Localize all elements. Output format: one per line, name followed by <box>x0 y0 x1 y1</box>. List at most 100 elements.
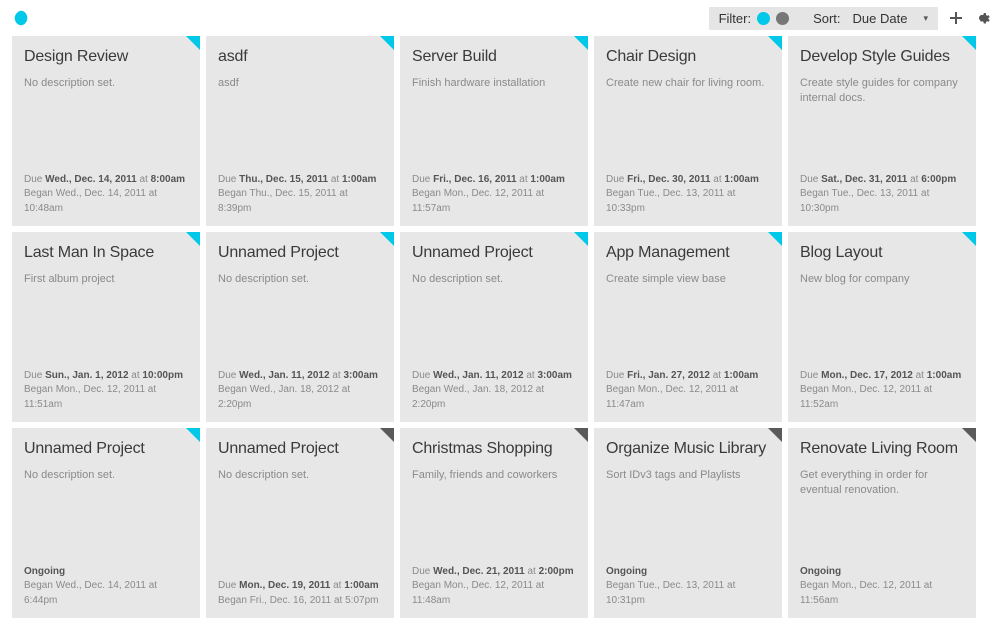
project-card[interactable]: Blog Layout New blog for companyDue Mon.,… <box>788 232 976 422</box>
sort-value[interactable]: Due Date <box>853 11 908 26</box>
card-description: Finish hardware installation <box>412 76 576 172</box>
began-line: Began Mon., Dec. 12, 2011 at 11:47am <box>606 383 770 412</box>
card-title: Organize Music Library <box>606 440 770 458</box>
card-title: Unnamed Project <box>412 244 576 262</box>
card-title: Renovate Living Room <box>800 440 964 458</box>
card-meta: Due Wed., Dec. 21, 2011 at 2:00pmBegan M… <box>412 565 576 609</box>
status-corner-icon <box>574 232 588 246</box>
card-description: Family, friends and coworkers <box>412 468 576 564</box>
began-line: Began Mon., Dec. 12, 2011 at 11:48am <box>412 579 576 608</box>
card-meta: OngoingBegan Wed., Dec. 14, 2011 at 6:44… <box>24 565 188 609</box>
card-description: Sort IDv3 tags and Playlists <box>606 468 770 564</box>
toolbar: Filter: Sort: Due Date ▾ <box>709 7 990 30</box>
card-description: No description set. <box>412 272 576 368</box>
project-card[interactable]: Renovate Living Room Get everything in or… <box>788 428 976 618</box>
card-meta: Due Sun., Jan. 1, 2012 at 10:00pmBegan M… <box>24 369 188 413</box>
began-line: Began Fri., Dec. 16, 2011 at 5:07pm <box>218 594 382 609</box>
filter-label: Filter: <box>719 11 752 26</box>
card-title: Unnamed Project <box>24 440 188 458</box>
card-title: Blog Layout <box>800 244 964 262</box>
card-meta: Due Fri., Dec. 16, 2011 at 1:00amBegan M… <box>412 173 576 217</box>
began-line: Began Mon., Dec. 12, 2011 at 11:57am <box>412 187 576 216</box>
card-description: Create style guides for company internal… <box>800 76 964 172</box>
ongoing-label: Ongoing <box>24 565 188 580</box>
due-line: Due Fri., Dec. 30, 2011 at 1:00am <box>606 173 770 188</box>
status-corner-icon <box>380 428 394 442</box>
status-corner-icon <box>186 36 200 50</box>
card-meta: Due Thu., Dec. 15, 2011 at 1:00amBegan T… <box>218 173 382 217</box>
began-line: Began Mon., Dec. 12, 2011 at 11:51am <box>24 383 188 412</box>
status-corner-icon <box>186 232 200 246</box>
due-line: Due Wed., Jan. 11, 2012 at 3:00am <box>412 369 576 384</box>
began-line: Began Wed., Dec. 14, 2011 at 6:44pm <box>24 579 188 608</box>
began-line: Began Tue., Dec. 13, 2011 at 10:33pm <box>606 187 770 216</box>
app-logo[interactable] <box>12 9 30 27</box>
card-description: No description set. <box>218 468 382 579</box>
project-card[interactable]: Server Build Finish hardware installation… <box>400 36 588 226</box>
card-description: No description set. <box>24 76 188 172</box>
sort-caret-icon[interactable]: ▾ <box>923 13 928 24</box>
card-description: Get everything in order for eventual ren… <box>800 468 964 564</box>
card-title: Unnamed Project <box>218 244 382 262</box>
card-meta: OngoingBegan Tue., Dec. 13, 2011 at 10:3… <box>606 565 770 609</box>
card-meta: Due Sat., Dec. 31, 2011 at 6:00pmBegan T… <box>800 173 964 217</box>
filter-dot-active[interactable] <box>757 12 770 25</box>
card-meta: Due Mon., Dec. 17, 2012 at 1:00amBegan M… <box>800 369 964 413</box>
card-meta: Due Fri., Dec. 30, 2011 at 1:00amBegan T… <box>606 173 770 217</box>
status-corner-icon <box>380 36 394 50</box>
card-description: Create simple view base <box>606 272 770 368</box>
began-line: Began Mon., Dec. 12, 2011 at 11:56am <box>800 579 964 608</box>
card-title: Design Review <box>24 48 188 66</box>
status-corner-icon <box>962 232 976 246</box>
card-meta: Due Fri., Jan. 27, 2012 at 1:00amBegan M… <box>606 369 770 413</box>
sort-label: Sort: <box>813 11 840 26</box>
due-line: Due Fri., Dec. 16, 2011 at 1:00am <box>412 173 576 188</box>
ongoing-label: Ongoing <box>606 565 770 580</box>
due-line: Due Fri., Jan. 27, 2012 at 1:00am <box>606 369 770 384</box>
due-line: Due Sun., Jan. 1, 2012 at 10:00pm <box>24 369 188 384</box>
project-card[interactable]: Last Man In SpaceFirst album projectDue … <box>12 232 200 422</box>
settings-button[interactable] <box>974 10 990 26</box>
add-button[interactable] <box>948 10 964 26</box>
began-line: Began Tue., Dec. 13, 2011 at 10:31pm <box>606 579 770 608</box>
project-card[interactable]: Develop Style Guides Create style guides … <box>788 36 976 226</box>
began-line: Began Tue., Dec. 13, 2011 at 10:30pm <box>800 187 964 216</box>
project-card[interactable]: Christmas Shopping Family, friends and co… <box>400 428 588 618</box>
began-line: Began Mon., Dec. 12, 2011 at 11:52am <box>800 383 964 412</box>
status-corner-icon <box>768 428 782 442</box>
project-card[interactable]: Unnamed ProjectNo description set.Due Mo… <box>206 428 394 618</box>
project-card[interactable]: Organize Music Library Sort IDv3 tags and… <box>594 428 782 618</box>
card-description: No description set. <box>218 272 382 368</box>
due-line: Due Wed., Dec. 14, 2011 at 8:00am <box>24 173 188 188</box>
project-card[interactable]: Chair DesignCreate new chair for living … <box>594 36 782 226</box>
project-grid: Design ReviewNo description set.Due Wed.… <box>0 36 1000 618</box>
card-title: Develop Style Guides <box>800 48 964 66</box>
filter-dot-inactive[interactable] <box>776 12 789 25</box>
due-line: Due Thu., Dec. 15, 2011 at 1:00am <box>218 173 382 188</box>
card-description: New blog for company <box>800 272 964 368</box>
card-meta: OngoingBegan Mon., Dec. 12, 2011 at 11:5… <box>800 565 964 609</box>
due-line: Due Mon., Dec. 17, 2012 at 1:00am <box>800 369 964 384</box>
project-card[interactable]: Unnamed Project No description set.Due We… <box>400 232 588 422</box>
project-card[interactable]: Design Review No description set.Due Wed.… <box>12 36 200 226</box>
began-line: Began Thu., Dec. 15, 2011 at 8:39pm <box>218 187 382 216</box>
project-card[interactable]: asdfasdfDue Thu., Dec. 15, 2011 at 1:00a… <box>206 36 394 226</box>
filter-sort-bar: Filter: Sort: Due Date ▾ <box>709 7 938 30</box>
began-line: Began Wed., Jan. 18, 2012 at 2:20pm <box>412 383 576 412</box>
card-title: Chair Design <box>606 48 770 66</box>
card-title: Unnamed Project <box>218 440 382 458</box>
card-title: App Management <box>606 244 770 262</box>
due-line: Due Sat., Dec. 31, 2011 at 6:00pm <box>800 173 964 188</box>
card-title: Christmas Shopping <box>412 440 576 458</box>
status-corner-icon <box>768 232 782 246</box>
project-card[interactable]: App Management Create simple view baseDue… <box>594 232 782 422</box>
status-corner-icon <box>962 36 976 50</box>
project-card[interactable]: Unnamed Project No description set.Due We… <box>206 232 394 422</box>
card-meta: Due Wed., Jan. 11, 2012 at 3:00amBegan W… <box>218 369 382 413</box>
card-title: Server Build <box>412 48 576 66</box>
card-description: No description set. <box>24 468 188 564</box>
project-card[interactable]: Unnamed Project No description set.Ongoin… <box>12 428 200 618</box>
began-line: Began Wed., Jan. 18, 2012 at 2:20pm <box>218 383 382 412</box>
status-corner-icon <box>186 428 200 442</box>
ongoing-label: Ongoing <box>800 565 964 580</box>
